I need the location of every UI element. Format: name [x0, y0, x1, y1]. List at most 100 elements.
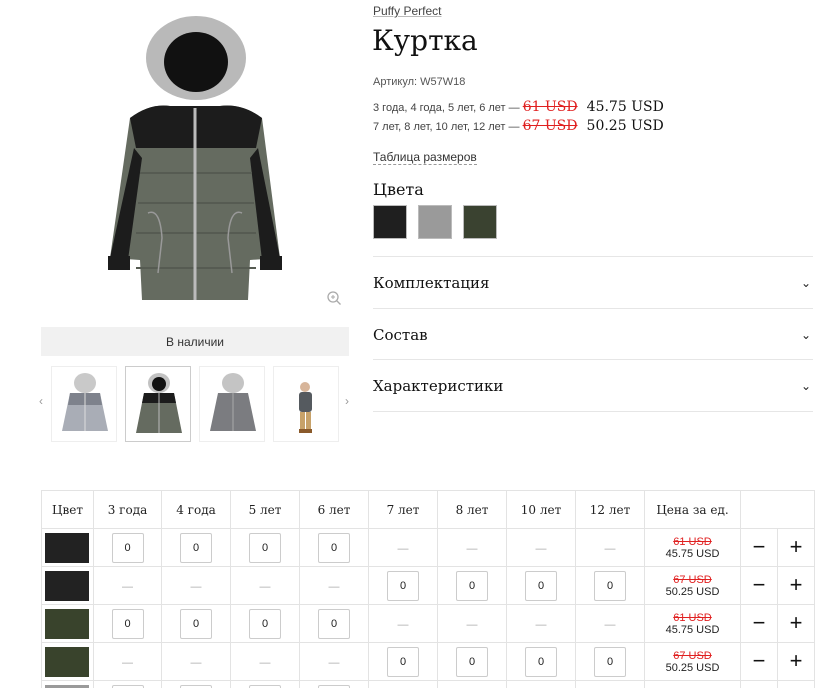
- quantity-input[interactable]: 0: [594, 646, 626, 677]
- brand-link[interactable]: Puffy Perfect: [373, 4, 441, 18]
- size-qty-cell: —: [506, 680, 576, 688]
- size-qty-cell: —: [506, 528, 576, 567]
- size-qty-cell: —: [368, 680, 438, 688]
- price-sizes: 7 лет, 8 лет, 10 лет, 12 лет —: [373, 121, 520, 133]
- accordion-label: Состав: [373, 325, 428, 344]
- quantity-input[interactable]: 0: [525, 646, 557, 677]
- decrement-cell: −: [740, 680, 778, 688]
- plus-button[interactable]: +: [790, 572, 803, 597]
- quantity-input[interactable]: 0: [594, 570, 626, 601]
- thumbnail-grey-jacket[interactable]: [51, 366, 117, 442]
- quantity-input[interactable]: 0: [180, 608, 212, 639]
- quantity-input[interactable]: 0: [387, 570, 419, 601]
- plus-button[interactable]: +: [790, 534, 803, 559]
- quantity-input[interactable]: 0: [180, 684, 212, 688]
- quantity-input[interactable]: 0: [111, 608, 144, 639]
- quantity-input[interactable]: 0: [111, 532, 144, 563]
- row-color-swatch: [45, 532, 89, 563]
- color-swatch[interactable]: [373, 205, 407, 239]
- size-qty-cell: —: [368, 528, 438, 567]
- quantity-input[interactable]: 0: [180, 532, 212, 563]
- quantity-input[interactable]: 0: [249, 684, 281, 688]
- zoom-icon[interactable]: [326, 290, 342, 306]
- quantity-input[interactable]: 0: [456, 646, 488, 677]
- quantity-input[interactable]: 0: [318, 532, 350, 563]
- unavailable-dash: —: [190, 580, 202, 593]
- accordion-characteristics[interactable]: Характеристики ⌄: [373, 359, 813, 411]
- column-header: 6 лет: [299, 490, 369, 529]
- decrement-cell: −: [740, 566, 778, 605]
- quantity-input[interactable]: 0: [249, 608, 281, 639]
- quantity-input[interactable]: 0: [111, 684, 144, 688]
- size-qty-cell: 0: [506, 642, 576, 681]
- size-qty-cell: —: [93, 566, 162, 605]
- size-qty-cell: —: [368, 604, 438, 643]
- product-main-image[interactable]: [70, 8, 320, 308]
- row-color-cell: [41, 680, 94, 688]
- accordion-equipment[interactable]: Комплектация ⌄: [373, 256, 813, 308]
- unavailable-dash: —: [397, 542, 409, 555]
- thumbnail-darkgrey-jacket[interactable]: [199, 366, 265, 442]
- thumb-next-arrow[interactable]: ›: [342, 394, 352, 408]
- unavailable-dash: —: [535, 542, 547, 555]
- accordion-label: Характеристики: [373, 376, 504, 395]
- increment-cell: +: [777, 528, 815, 567]
- quantity-input[interactable]: 0: [387, 646, 419, 677]
- quantity-input[interactable]: 0: [249, 532, 281, 563]
- decrement-cell: −: [740, 604, 778, 643]
- size-qty-cell: —: [299, 642, 369, 681]
- size-qty-cell: —: [506, 604, 576, 643]
- chevron-down-icon: ⌄: [800, 327, 811, 342]
- color-swatch[interactable]: [463, 205, 497, 239]
- size-qty-cell: 0: [161, 680, 231, 688]
- unit-price-cell: 67 USD 50.25 USD: [644, 566, 741, 605]
- table-row: 0000————61 USD45.75 USD−+: [41, 680, 815, 688]
- size-qty-cell: 0: [506, 566, 576, 605]
- color-swatch[interactable]: [418, 205, 452, 239]
- row-color-swatch: [45, 570, 89, 601]
- thumbnail-model-photo[interactable]: [273, 366, 339, 442]
- thumbnail-khaki-jacket[interactable]: [125, 366, 191, 442]
- column-header: 4 года: [161, 490, 231, 529]
- new-unit-price: 45.75 USD: [665, 547, 720, 560]
- size-qty-cell: 0: [299, 604, 369, 643]
- minus-button[interactable]: −: [753, 572, 766, 597]
- table-row: — — — —0 0 0 0 67 USD 50.25 USD − +: [41, 566, 815, 605]
- accordion-divider: [373, 411, 813, 412]
- decrement-cell: −: [740, 528, 778, 567]
- table-row: — — — —0 0 0 0 67 USD 50.25 USD − +: [41, 642, 815, 681]
- plus-button[interactable]: +: [790, 648, 803, 673]
- minus-button[interactable]: −: [753, 534, 766, 559]
- size-qty-cell: 0: [93, 604, 162, 643]
- row-color-cell: [41, 642, 94, 681]
- new-unit-price: 50.25 USD: [665, 661, 720, 674]
- chevron-down-icon: ⌄: [800, 275, 811, 290]
- table-row: 0000————61 USD45.75 USD−+: [41, 528, 815, 567]
- table-row: 0000————61 USD45.75 USD−+: [41, 604, 815, 643]
- plus-button[interactable]: +: [790, 610, 803, 635]
- minus-button[interactable]: −: [753, 648, 766, 673]
- size-chart-link[interactable]: Таблица размеров: [373, 150, 477, 165]
- row-color-swatch: [45, 646, 89, 677]
- product-sku: Артикул: W57W18: [373, 76, 466, 88]
- column-header: Цена за ед.: [644, 490, 741, 529]
- size-qty-cell: 0: [230, 604, 300, 643]
- old-unit-price: 61 USD: [673, 611, 712, 624]
- quantity-input[interactable]: 0: [318, 608, 350, 639]
- minus-button[interactable]: −: [753, 610, 766, 635]
- price-sizes: 3 года, 4 года, 5 лет, 6 лет —: [373, 102, 520, 114]
- quantity-input[interactable]: 0: [525, 570, 557, 601]
- size-qty-cell: 0: [437, 642, 507, 681]
- stock-status-label: В наличии: [165, 334, 224, 349]
- unavailable-dash: —: [466, 542, 478, 555]
- thumb-prev-arrow[interactable]: ‹: [36, 394, 46, 408]
- unavailable-dash: —: [466, 618, 478, 631]
- size-qty-cell: 0: [161, 604, 231, 643]
- quantity-input[interactable]: 0: [456, 570, 488, 601]
- accordion-composition[interactable]: Состав ⌄: [373, 308, 813, 360]
- unavailable-dash: —: [259, 656, 271, 669]
- size-qty-cell: 0: [299, 680, 369, 688]
- decrement-cell: −: [740, 642, 778, 681]
- quantity-input[interactable]: 0: [318, 684, 350, 688]
- unavailable-dash: —: [259, 580, 271, 593]
